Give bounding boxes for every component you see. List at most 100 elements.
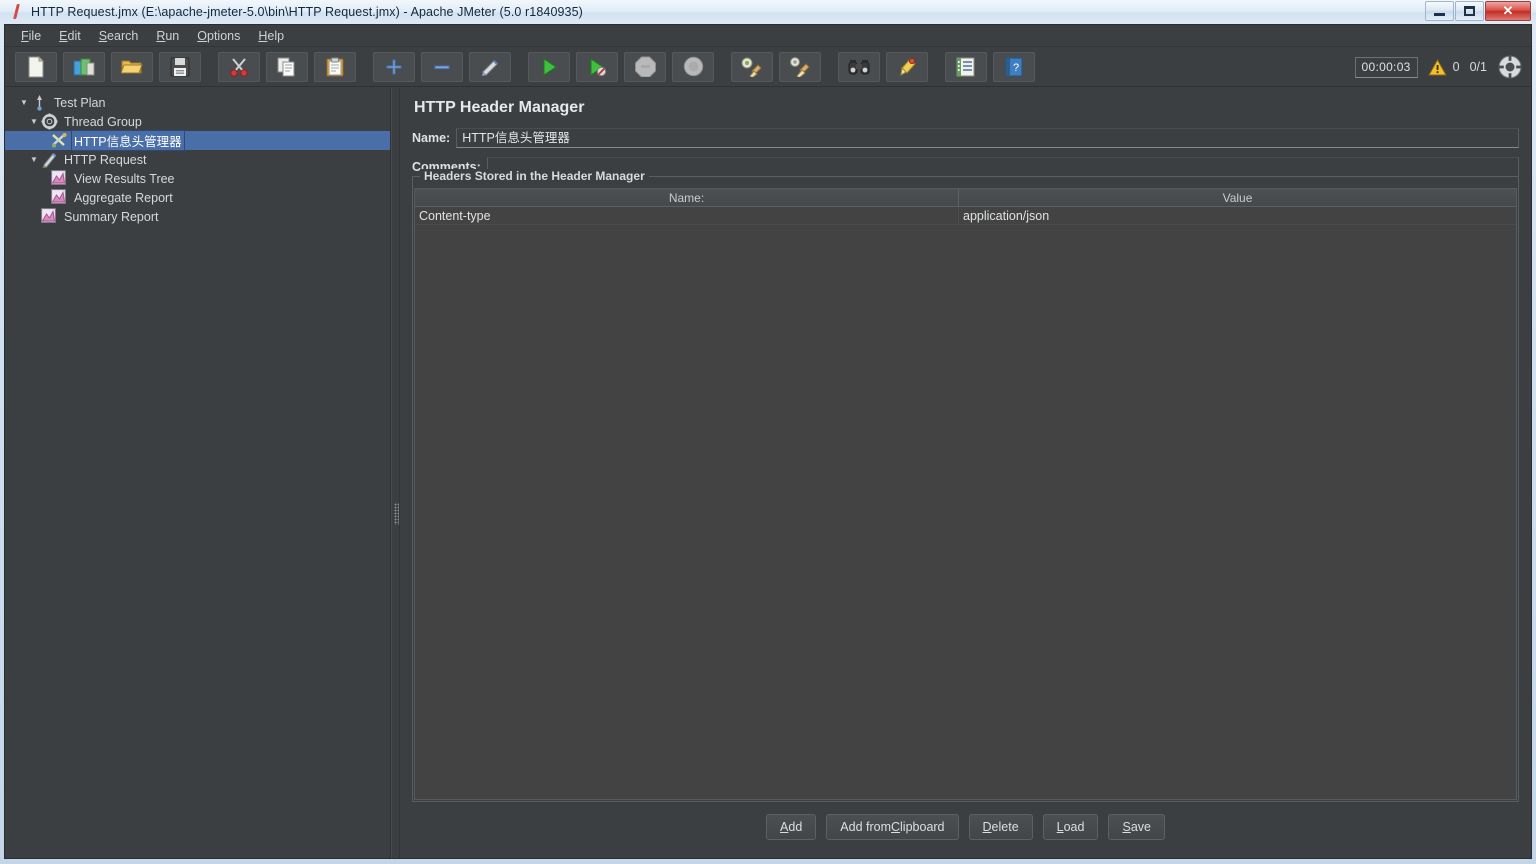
delete-button[interactable]: Delete xyxy=(968,814,1033,840)
scissors-icon xyxy=(230,57,248,77)
tree-node-http-request[interactable]: ▼ HTTP Request xyxy=(5,150,390,169)
cell-header-value[interactable]: application/json xyxy=(959,207,1516,224)
save-button[interactable] xyxy=(159,51,201,82)
plus-icon xyxy=(386,59,402,74)
column-header-name[interactable]: Name: xyxy=(415,189,959,207)
toggle-button[interactable] xyxy=(469,51,511,82)
menu-run[interactable]: Run xyxy=(148,27,187,45)
new-button[interactable] xyxy=(15,51,57,82)
listener-icon xyxy=(51,170,70,187)
splitter-grip[interactable] xyxy=(394,503,399,525)
add-from-clipboard-button[interactable]: Add from Clipboard xyxy=(826,814,959,840)
clear-all-broom-icon xyxy=(790,56,810,77)
header-manager-icon xyxy=(51,132,70,149)
test-plan-tree: ▼ Test Plan ▼ Thread Group HTTP信息头管理器 ▼ … xyxy=(5,88,390,226)
window-title: HTTP Request.jmx (E:\apache-jmeter-5.0\b… xyxy=(31,5,583,19)
name-field-row: Name: HTTP信息头管理器 xyxy=(412,128,1519,148)
warning-count: 0 xyxy=(1452,60,1460,74)
remote-connection-icon[interactable] xyxy=(1497,54,1523,80)
application-window: HTTP Request.jmx (E:\apache-jmeter-5.0\b… xyxy=(0,0,1536,864)
tree-node-aggregate-report[interactable]: Aggregate Report xyxy=(5,188,390,207)
tree-node-label: Test Plan xyxy=(54,95,106,110)
load-button[interactable]: Load xyxy=(1042,814,1099,840)
clear-broom-icon xyxy=(741,57,762,77)
tree-node-thread-group[interactable]: ▼ Thread Group xyxy=(5,112,390,131)
page-title: HTTP Header Manager xyxy=(414,99,585,116)
listener-icon xyxy=(51,189,70,206)
save-headers-button[interactable]: Save xyxy=(1108,814,1165,840)
cell-header-name[interactable]: Content-type xyxy=(415,207,959,224)
templates-button[interactable] xyxy=(63,51,105,82)
paste-button[interactable] xyxy=(314,51,356,82)
menu-edit[interactable]: Edit xyxy=(51,27,89,45)
copy-icon xyxy=(277,57,295,76)
app-client-area: File Edit Search Run Options Help ? 00:0… xyxy=(4,24,1532,859)
split-pane: ▼ Test Plan ▼ Thread Group HTTP信息头管理器 ▼ … xyxy=(5,88,1531,858)
stop-button[interactable] xyxy=(624,51,666,82)
tree-node-view-results-tree[interactable]: View Results Tree xyxy=(5,169,390,188)
toolbar-separator xyxy=(207,52,218,82)
maximize-button[interactable] xyxy=(1455,1,1484,21)
reset-search-button[interactable] xyxy=(886,51,928,82)
toolbar: ? 00:00:03 0 0/1 xyxy=(5,47,1531,87)
minimize-button[interactable] xyxy=(1425,1,1454,21)
table-header-row: Name: Value xyxy=(415,189,1516,207)
title-bar: HTTP Request.jmx (E:\apache-jmeter-5.0\b… xyxy=(0,0,1536,24)
menu-options[interactable]: Options xyxy=(189,27,248,45)
clear-button[interactable] xyxy=(731,51,773,82)
toolbar-separator xyxy=(362,52,373,82)
search-button[interactable] xyxy=(838,51,880,82)
headers-group-label: Headers Stored in the Header Manager xyxy=(420,169,649,183)
toggle-pencil-icon xyxy=(482,59,498,76)
twisty-icon[interactable]: ▼ xyxy=(27,155,41,164)
toolbar-separator xyxy=(517,52,528,82)
table-row[interactable]: Content-type application/json xyxy=(415,207,1516,225)
headers-table[interactable]: Name: Value Content-type application/jso… xyxy=(414,188,1517,800)
elapsed-timer: 00:00:03 xyxy=(1354,56,1418,78)
help-book-icon: ? xyxy=(1005,57,1023,76)
svg-text:?: ? xyxy=(1013,62,1019,74)
tree-node-summary-report[interactable]: Summary Report xyxy=(5,207,390,226)
listener-icon xyxy=(41,208,60,225)
binoculars-icon xyxy=(848,59,870,74)
function-helper-button[interactable] xyxy=(945,51,987,82)
twisty-icon[interactable]: ▼ xyxy=(17,98,31,107)
tree-node-label: HTTP信息头管理器 xyxy=(71,130,185,151)
add-button[interactable]: Add xyxy=(766,814,817,840)
close-button[interactable]: ✕ xyxy=(1485,1,1531,21)
start-no-pauses-button[interactable] xyxy=(576,51,618,82)
warning-status[interactable]: 0 xyxy=(1427,58,1460,76)
tree-node-http-header-manager[interactable]: HTTP信息头管理器 xyxy=(5,130,390,151)
thread-group-icon xyxy=(41,113,60,130)
copy-button[interactable] xyxy=(266,51,308,82)
jmeter-feather-icon xyxy=(7,3,25,21)
stop-octagon-icon xyxy=(634,56,656,77)
headers-group-box: Headers Stored in the Header Manager Nam… xyxy=(412,169,1519,802)
menu-file[interactable]: File xyxy=(13,27,49,45)
collapse-all-button[interactable] xyxy=(421,51,463,82)
menu-search[interactable]: Search xyxy=(91,27,147,45)
cut-button[interactable] xyxy=(218,51,260,82)
tree-node-label: Aggregate Report xyxy=(74,190,173,205)
tree-node-label: Summary Report xyxy=(64,209,159,224)
toolbar-separator xyxy=(720,52,731,82)
tree-node-label: HTTP Request xyxy=(64,152,147,167)
shutdown-button[interactable] xyxy=(672,51,714,82)
active-thread-count: 0/1 xyxy=(1469,60,1487,74)
menu-help[interactable]: Help xyxy=(250,27,292,45)
name-input[interactable]: HTTP信息头管理器 xyxy=(456,128,1519,148)
pane-splitter[interactable] xyxy=(391,88,400,858)
start-button[interactable] xyxy=(528,51,570,82)
open-button[interactable] xyxy=(111,51,153,82)
new-document-icon xyxy=(28,55,45,77)
column-header-value[interactable]: Value xyxy=(959,189,1516,207)
tree-node-test-plan[interactable]: ▼ Test Plan xyxy=(5,93,390,112)
menu-bar: File Edit Search Run Options Help xyxy=(5,25,1531,47)
clear-all-button[interactable] xyxy=(779,51,821,82)
http-request-icon xyxy=(41,151,60,168)
expand-all-button[interactable] xyxy=(373,51,415,82)
tree-node-label: Thread Group xyxy=(64,114,142,129)
help-button[interactable]: ? xyxy=(993,51,1035,82)
twisty-icon[interactable]: ▼ xyxy=(27,117,41,126)
play-green-icon xyxy=(543,57,557,76)
